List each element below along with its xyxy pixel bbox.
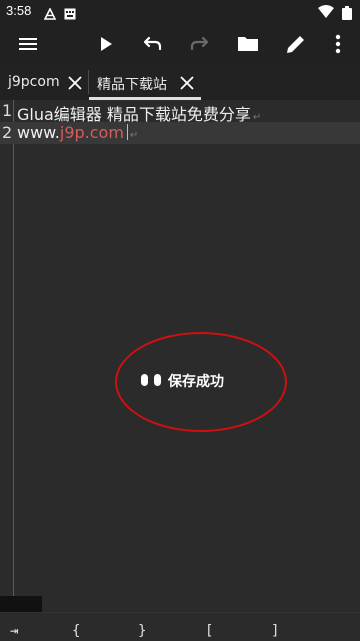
symbol-key-brace-close[interactable]: } <box>138 623 146 639</box>
undo-icon[interactable] <box>140 32 164 56</box>
symbol-bar: ⇥ { } [ ] <box>0 612 360 641</box>
text-cursor <box>126 124 128 140</box>
edit-pencil-icon[interactable] <box>284 32 308 56</box>
tab-label: j9pcom <box>8 74 60 90</box>
more-vert-icon[interactable] <box>326 32 350 56</box>
tab-j9pcom[interactable]: j9pcom <box>0 64 88 100</box>
gutter-divider <box>13 100 14 596</box>
editor-line-current[interactable]: 2 www.j9p.com ↵ <box>0 122 360 144</box>
toast-message: 保存成功 <box>168 374 224 390</box>
battery-icon <box>342 5 352 24</box>
toolbar <box>0 24 360 64</box>
menu-icon[interactable] <box>16 32 40 56</box>
line-content: www. <box>17 123 60 142</box>
symbol-key-bracket-close[interactable]: ] <box>271 623 279 639</box>
line-number: 1 <box>2 101 13 120</box>
toast-icon <box>140 372 164 386</box>
redo-icon[interactable] <box>188 32 212 56</box>
tab-label: 精品下载站 <box>97 77 167 93</box>
line-text: www.j9p.com ↵ <box>17 123 138 142</box>
status-time: 3:58 <box>6 3 32 18</box>
symbol-key-tab[interactable]: ⇥ <box>10 623 18 639</box>
tab-jingpin[interactable]: 精品下载站 <box>89 64 201 100</box>
status-bar: 3:58 <box>0 0 360 24</box>
close-icon[interactable] <box>180 75 194 90</box>
line-number: 2 <box>2 123 13 142</box>
line-end-marker: ↵ <box>129 130 139 141</box>
symbol-key-brace-open[interactable]: { <box>72 623 80 639</box>
editor-line[interactable]: 1 Glua编辑器 精品下载站免费分享 ↵ <box>0 100 360 124</box>
close-icon[interactable] <box>68 75 82 90</box>
folder-icon[interactable] <box>236 32 260 56</box>
tab-bar: j9pcom 精品下载站 <box>0 64 360 101</box>
run-icon[interactable] <box>93 32 117 56</box>
line-link-text: j9p.com <box>59 123 124 142</box>
wifi-icon <box>318 4 334 23</box>
symbol-key-bracket-open[interactable]: [ <box>205 623 213 639</box>
horizontal-scrollbar[interactable] <box>0 596 42 612</box>
keyboard-notification-icon <box>64 5 76 20</box>
android-notification-icon <box>43 5 57 20</box>
